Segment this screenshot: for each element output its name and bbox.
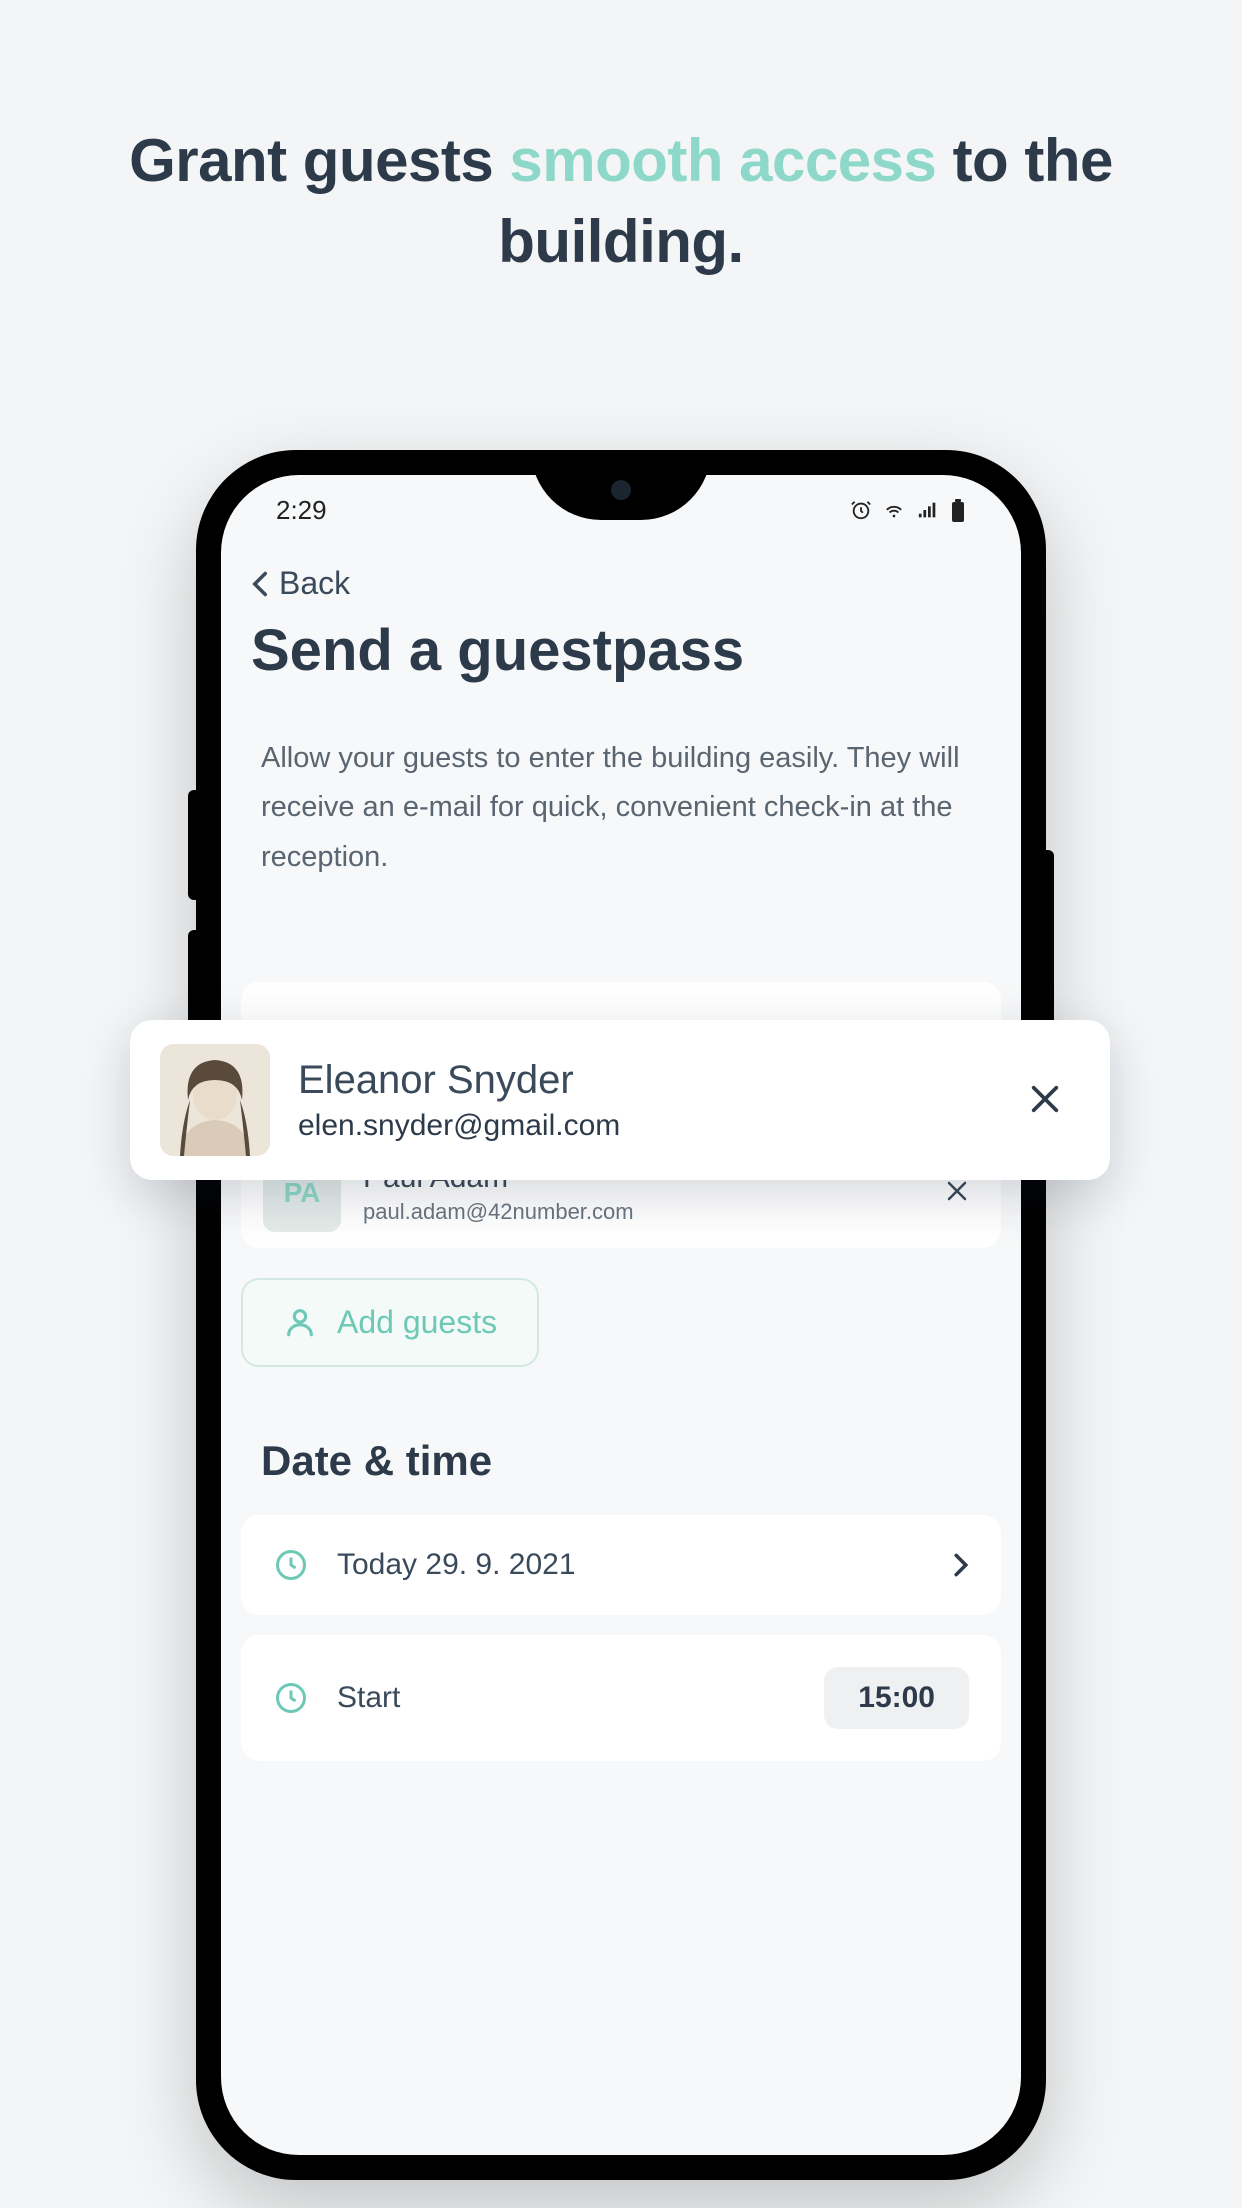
guest-info: Eleanor Snyder elen.snyder@gmail.com: [298, 1058, 982, 1143]
chevron-left-icon: [251, 570, 269, 598]
headline-part1: Grant guests: [129, 127, 509, 194]
alarm-icon: [850, 499, 872, 521]
date-value: Today 29. 9. 2021: [337, 1548, 925, 1582]
status-icons: [850, 498, 966, 522]
battery-icon: [950, 498, 966, 522]
headline-accent: smooth access: [509, 127, 936, 194]
date-row[interactable]: Today 29. 9. 2021: [241, 1515, 1001, 1615]
guest-email: paul.adam@42number.com: [363, 1199, 913, 1225]
start-time-value[interactable]: 15:00: [824, 1667, 969, 1729]
close-icon: [945, 1179, 969, 1203]
chevron-right-icon: [953, 1552, 969, 1578]
dismiss-suggestion-button[interactable]: [1010, 1063, 1080, 1137]
signal-icon: [916, 499, 940, 521]
person-icon: [283, 1305, 317, 1339]
start-label: Start: [337, 1681, 796, 1715]
avatar: [160, 1044, 270, 1156]
datetime-section-title: Date & time: [221, 1367, 1021, 1515]
guest-suggestion-card[interactable]: Eleanor Snyder elen.snyder@gmail.com: [130, 1020, 1110, 1180]
close-icon: [1028, 1082, 1062, 1116]
screen: 2:29 Back Send a guestpass Allow your gu…: [221, 475, 1021, 2155]
phone-frame: 2:29 Back Send a guestpass Allow your gu…: [196, 450, 1046, 2180]
back-button[interactable]: Back: [221, 545, 1021, 602]
clock-icon: [273, 1547, 309, 1583]
start-time-row[interactable]: Start 15:00: [241, 1635, 1001, 1761]
guest-name: Eleanor Snyder: [298, 1058, 982, 1103]
wifi-icon: [882, 499, 906, 521]
clock-icon: [273, 1680, 309, 1716]
page-description: Allow your guests to enter the building …: [221, 684, 1021, 882]
marketing-headline: Grant guests smooth access to the buildi…: [0, 0, 1242, 282]
back-label: Back: [279, 565, 350, 602]
phone-side-button: [188, 790, 196, 900]
add-guests-button[interactable]: Add guests: [241, 1278, 539, 1367]
page-title: Send a guestpass: [221, 602, 1021, 684]
add-guests-label: Add guests: [337, 1304, 497, 1341]
guest-email: elen.snyder@gmail.com: [298, 1109, 982, 1143]
status-time: 2:29: [276, 495, 327, 526]
